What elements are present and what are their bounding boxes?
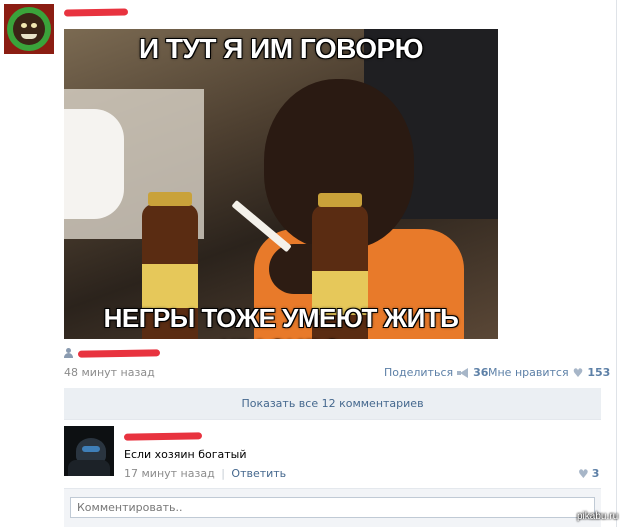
bottle-label bbox=[142, 264, 198, 308]
reply-link[interactable]: Ответить bbox=[231, 467, 286, 480]
post-image[interactable]: И ТУТ Я ИМ ГОВОРЮ НЕГРЫ ТОЖЕ УМЕЮТ ЖИТЬ … bbox=[64, 29, 498, 339]
commenter-name-redacted[interactable] bbox=[123, 432, 203, 441]
avatar-visor bbox=[82, 446, 100, 452]
comment-like-count: 3 bbox=[591, 467, 600, 480]
like-button[interactable]: Мне нравится ♥ 153 bbox=[488, 366, 610, 379]
comment-like-button[interactable]: ♥ 3 bbox=[578, 467, 599, 480]
comment-composer bbox=[64, 488, 601, 527]
site-watermark: pikabu.ru bbox=[577, 511, 619, 522]
user-icon-body bbox=[64, 353, 73, 358]
meta-separator: | bbox=[221, 467, 225, 480]
avatar-eye bbox=[31, 23, 37, 28]
megaphone-icon bbox=[457, 368, 469, 378]
author-name-redacted[interactable] bbox=[63, 8, 129, 17]
image-sleeve bbox=[64, 109, 124, 219]
bottle-cap bbox=[318, 193, 362, 207]
heart-icon: ♥ bbox=[572, 365, 584, 380]
commenter-avatar[interactable] bbox=[64, 426, 114, 476]
heart-icon: ♥ bbox=[578, 466, 589, 481]
share-label: Поделиться bbox=[384, 366, 454, 379]
meme-caption-bottom: НЕГРЫ ТОЖЕ УМЕЮТ ЖИТЬ КРАСИВО bbox=[103, 302, 460, 339]
author-avatar[interactable] bbox=[4, 4, 54, 54]
signer-name-redacted[interactable] bbox=[77, 349, 161, 358]
avatar-mouth bbox=[21, 34, 37, 39]
like-label: Мне нравится bbox=[488, 366, 569, 379]
share-button[interactable]: Поделиться 36 bbox=[384, 366, 488, 379]
wall-post: И ТУТ Я ИМ ГОВОРЮ НЕГРЫ ТОЖЕ УМЕЮТ ЖИТЬ … bbox=[0, 0, 617, 527]
like-count: 153 bbox=[587, 366, 611, 379]
avatar-shoulder bbox=[68, 460, 110, 476]
comments-divider bbox=[64, 419, 601, 420]
show-all-comments-button[interactable]: Показать все 12 комментариев bbox=[64, 388, 601, 419]
meme-caption-top: И ТУТ Я ИМ ГОВОРЮ bbox=[138, 32, 424, 64]
share-count: 36 bbox=[473, 366, 489, 379]
comment-input[interactable] bbox=[70, 497, 595, 518]
bottle-cap bbox=[148, 192, 192, 206]
avatar-face bbox=[13, 13, 45, 45]
user-icon bbox=[64, 348, 73, 358]
avatar-eye bbox=[21, 23, 27, 28]
comment-meta: 17 минут назад | Ответить bbox=[124, 467, 286, 480]
comment-time[interactable]: 17 минут назад bbox=[124, 467, 215, 480]
post-time[interactable]: 48 минут назад bbox=[64, 366, 155, 379]
comment-text: Если хозяин богатый bbox=[124, 448, 247, 461]
